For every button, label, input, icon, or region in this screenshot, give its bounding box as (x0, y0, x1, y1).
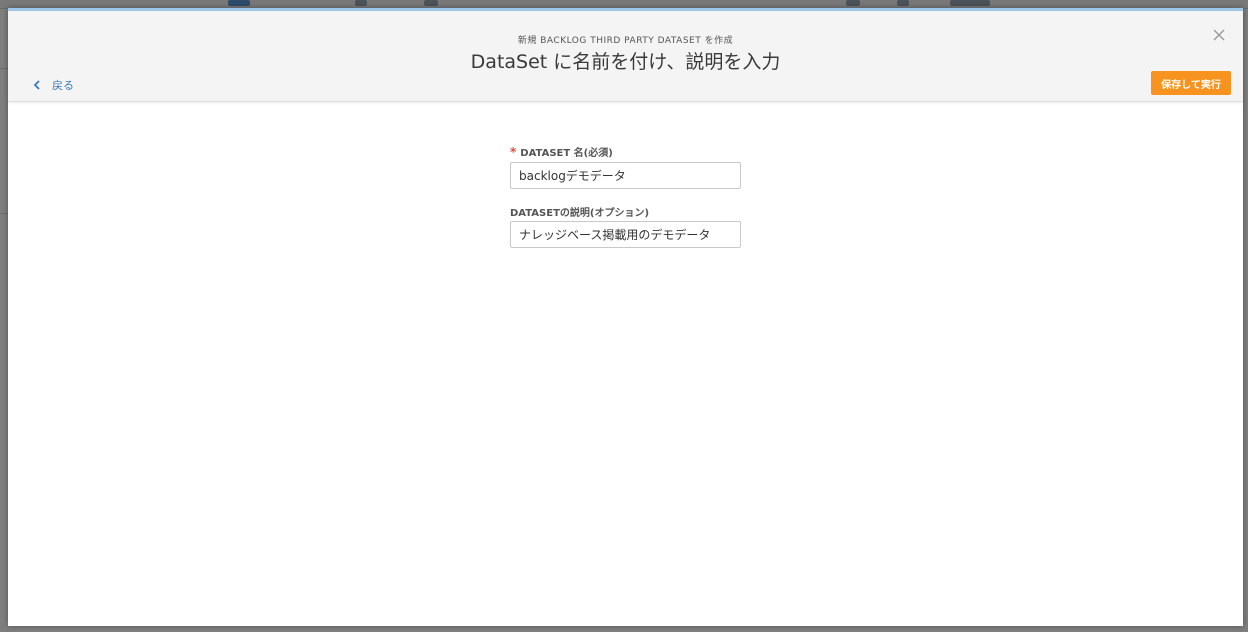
chevron-left-icon (33, 80, 40, 90)
back-label: 戻る (52, 79, 74, 92)
back-button[interactable]: 戻る (30, 76, 74, 94)
close-icon (1213, 29, 1225, 41)
required-mark: * (510, 145, 517, 159)
modal-subtitle: 新規 BACKLOG THIRD PARTY DATASET を作成 (517, 36, 734, 46)
dataset-name-label-text: DATASET 名(必須) (520, 148, 613, 159)
create-dataset-modal: 新規 BACKLOG THIRD PARTY DATASET を作成 DataS… (8, 8, 1243, 626)
dataset-name-label: * DATASET 名(必須) (510, 144, 613, 159)
dataset-name-input[interactable] (510, 162, 741, 189)
save-and-run-button[interactable]: 保存して実行 (1151, 71, 1231, 95)
dataset-description-input[interactable] (510, 221, 741, 248)
dataset-description-label: DATASETの説明(オプション) (510, 208, 650, 219)
modal-title: DataSet に名前を付け、説明を入力 (470, 51, 781, 73)
modal-header: 新規 BACKLOG THIRD PARTY DATASET を作成 DataS… (8, 11, 1243, 102)
close-button[interactable] (1209, 25, 1229, 45)
